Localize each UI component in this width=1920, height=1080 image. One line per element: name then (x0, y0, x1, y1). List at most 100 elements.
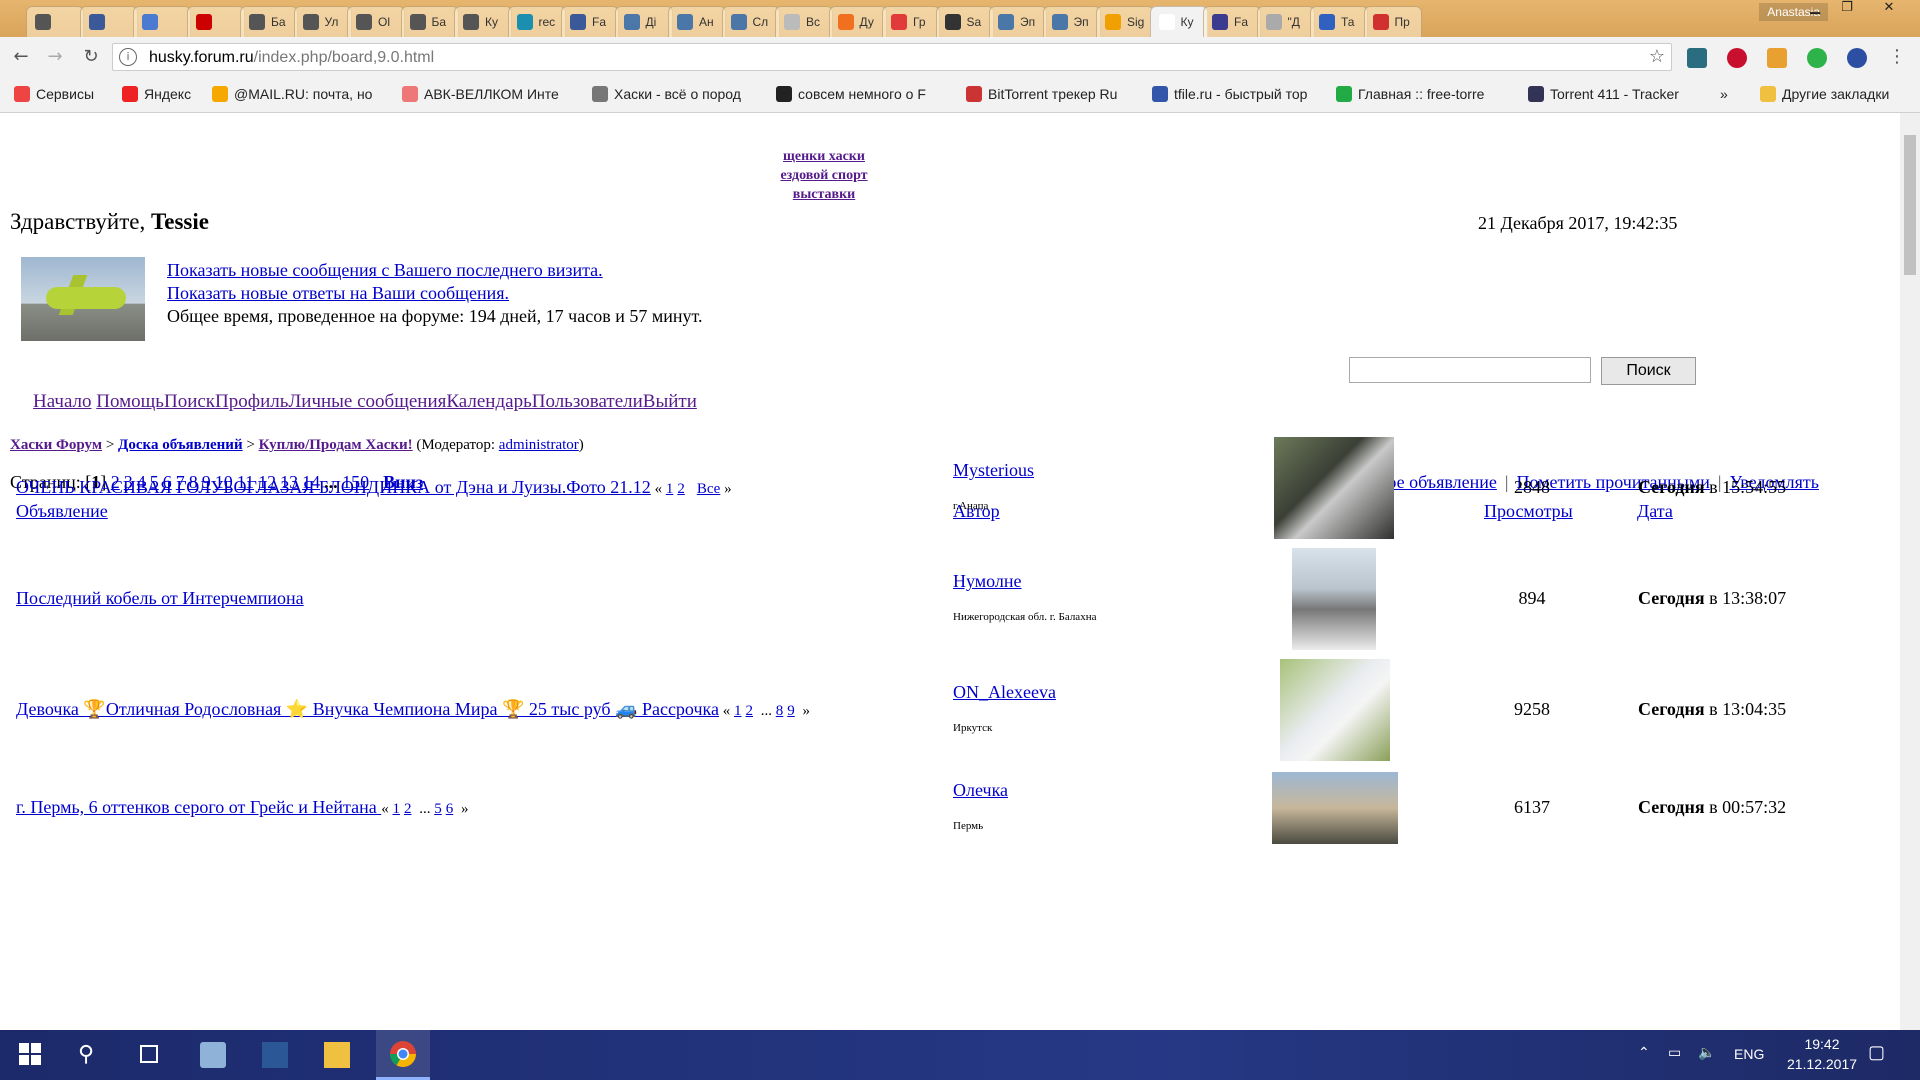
puppy-photo[interactable] (1280, 659, 1390, 761)
bookmark-star-icon[interactable]: ☆ (1649, 46, 1665, 67)
breadcrumb-sub[interactable]: Куплю/Продам Хаски! (259, 437, 413, 453)
browser-tab[interactable]: Sig (1096, 6, 1154, 37)
browser-tab[interactable]: Ул (293, 6, 352, 37)
browser-tab[interactable]: Эп (989, 6, 1047, 37)
bookmark-item[interactable]: АВК-ВЕЛЛКОМ Инте (402, 86, 559, 102)
browser-tab[interactable] (79, 6, 138, 37)
browser-tab[interactable]: Сл (721, 6, 780, 37)
reload-icon[interactable]: ↻ (80, 46, 102, 68)
topic-link[interactable]: Девочка 🏆Отличная Родословная ⭐ Внучка Ч… (16, 699, 719, 719)
browser-tab[interactable]: Fa (561, 6, 619, 37)
breadcrumb-root[interactable]: Хаски Форум (10, 437, 102, 453)
moderator-link[interactable]: administrator (499, 437, 579, 453)
bookmark-item[interactable]: tfile.ru - быстрый тор (1152, 86, 1307, 102)
column-date[interactable]: Дата (1637, 501, 1673, 522)
new-posts-link[interactable]: Показать новые сообщения с Вашего послед… (167, 260, 603, 280)
browser-tab[interactable]: Fa (1203, 6, 1261, 37)
browser-tab[interactable]: Пр (1363, 6, 1422, 37)
search-button[interactable]: Поиск (1601, 357, 1696, 385)
tray-chevron-icon[interactable]: ⌃ (1638, 1044, 1650, 1061)
notifications-icon[interactable]: ▢ (1868, 1042, 1885, 1063)
clock-date[interactable]: 21.12.2017 (1776, 1056, 1868, 1072)
scrollbar-thumb[interactable] (1904, 135, 1916, 275)
column-views[interactable]: Просмотры (1484, 501, 1573, 522)
author-link[interactable]: Нумолне (953, 571, 1022, 592)
other-bookmarks[interactable]: Другие закладки (1760, 86, 1889, 102)
close-icon[interactable]: ✕ (1864, 0, 1914, 20)
top-menu-shows[interactable]: выставки (0, 185, 1648, 204)
nav-home[interactable]: Начало (33, 391, 92, 412)
topic-page-link[interactable]: 1 (734, 703, 742, 719)
topic-page-link[interactable]: 1 (666, 481, 674, 497)
nav-messages[interactable]: Личные сообщения (288, 391, 446, 412)
browser-tab[interactable]: Ду (828, 6, 887, 37)
nav-help[interactable]: Помощь (96, 391, 164, 412)
browser-tab[interactable]: Ol (347, 6, 405, 37)
search-icon[interactable]: ⚲ (78, 1042, 104, 1068)
bookmark-item[interactable]: совсем немного о F (776, 86, 926, 102)
bookmark-item[interactable]: Torrent 411 - Tracker (1528, 86, 1679, 102)
word-icon[interactable] (262, 1042, 288, 1068)
browser-tab[interactable]: rec (507, 6, 566, 37)
browser-tab[interactable]: Эп (1042, 6, 1101, 37)
topic-page-link[interactable]: 2 (404, 801, 412, 817)
clock-time[interactable]: 19:42 (1792, 1036, 1852, 1052)
extension-icon[interactable] (1767, 48, 1787, 68)
breadcrumb-board[interactable]: Доска объявлений (118, 437, 243, 453)
puppy-photo[interactable] (1292, 548, 1376, 650)
task-view-icon[interactable] (138, 1042, 164, 1068)
browser-tab[interactable]: Ді (614, 6, 673, 37)
author-link[interactable]: Олечка (953, 780, 1008, 801)
nav-profile[interactable]: Профиль (215, 391, 288, 412)
browser-tab[interactable] (186, 6, 245, 37)
app-icon[interactable] (200, 1042, 226, 1068)
topic-page-link[interactable]: 2 (677, 481, 685, 497)
new-replies-link[interactable]: Показать новые ответы на Ваши сообщения. (167, 283, 509, 303)
topic-page-link[interactable]: 9 (787, 703, 795, 719)
browser-tab[interactable]: "Д (1256, 6, 1315, 37)
puppy-photo[interactable] (1274, 437, 1394, 539)
topic-all-pages-link[interactable]: Все (697, 481, 721, 497)
browser-tab[interactable]: Ба (400, 6, 459, 37)
bookmark-item[interactable]: Хаски - всё о пород (592, 86, 741, 102)
bookmark-item[interactable]: BitTorrent трекер Ru (966, 86, 1117, 102)
topic-link[interactable]: ОЧЕНЬ КРАСИВАЯ ГОЛУБОГЛАЗАЯ БЛОНДИНКА от… (16, 477, 651, 497)
topic-page-link[interactable]: 1 (392, 801, 400, 817)
column-topic[interactable]: Объявление (16, 501, 108, 522)
back-icon[interactable]: ← (10, 46, 32, 68)
info-icon[interactable]: i (119, 48, 137, 66)
browser-tab[interactable] (133, 6, 191, 37)
topic-page-link[interactable]: 2 (745, 703, 753, 719)
browser-tab[interactable]: Ан (668, 6, 726, 37)
language-indicator[interactable]: ENG (1734, 1046, 1764, 1062)
puppy-photo[interactable] (1272, 772, 1398, 844)
nav-calendar[interactable]: Календарь (446, 391, 531, 412)
menu-icon[interactable]: ⋮ (1886, 46, 1908, 68)
restore-icon[interactable]: ❐ (1832, 0, 1862, 20)
author-link[interactable]: Mysterious (953, 460, 1034, 481)
address-bar[interactable]: i husky.forum.ru/index.php/board,9.0.htm… (112, 43, 1672, 71)
vpn-extension-icon[interactable] (1847, 48, 1867, 68)
adblock-icon[interactable] (1727, 48, 1747, 68)
top-menu-sledding[interactable]: ездовой спорт (0, 166, 1648, 185)
network-icon[interactable]: ▭ (1668, 1044, 1681, 1061)
topic-page-link[interactable]: 5 (434, 801, 442, 817)
author-link[interactable]: ON_Alexeeva (953, 682, 1056, 703)
nav-logout[interactable]: Выйти (643, 391, 697, 412)
top-menu-puppies[interactable]: щенки хаски (0, 147, 1648, 166)
search-input[interactable] (1349, 357, 1591, 383)
bookmark-item[interactable]: Главная :: free-torre (1336, 86, 1484, 102)
volume-icon[interactable]: 🔈 (1698, 1044, 1715, 1061)
browser-tab[interactable]: Гр (882, 6, 940, 37)
chrome-taskbar-button[interactable] (376, 1030, 430, 1080)
css-extension-icon[interactable] (1687, 48, 1707, 68)
nav-members[interactable]: Пользователи (532, 391, 643, 412)
bookmark-item[interactable]: Сервисы (14, 86, 94, 102)
browser-tab[interactable] (26, 6, 84, 37)
bookmark-item[interactable]: Яндекс (122, 86, 191, 102)
browser-tab[interactable]: Вс (775, 6, 833, 37)
browser-tab[interactable]: Ку (454, 6, 512, 37)
browser-tab[interactable]: Ку (1149, 6, 1208, 37)
topic-link[interactable]: г. Пермь, 6 оттенков серого от Грейс и Н… (16, 797, 381, 817)
browser-tab[interactable]: Sa (935, 6, 994, 37)
